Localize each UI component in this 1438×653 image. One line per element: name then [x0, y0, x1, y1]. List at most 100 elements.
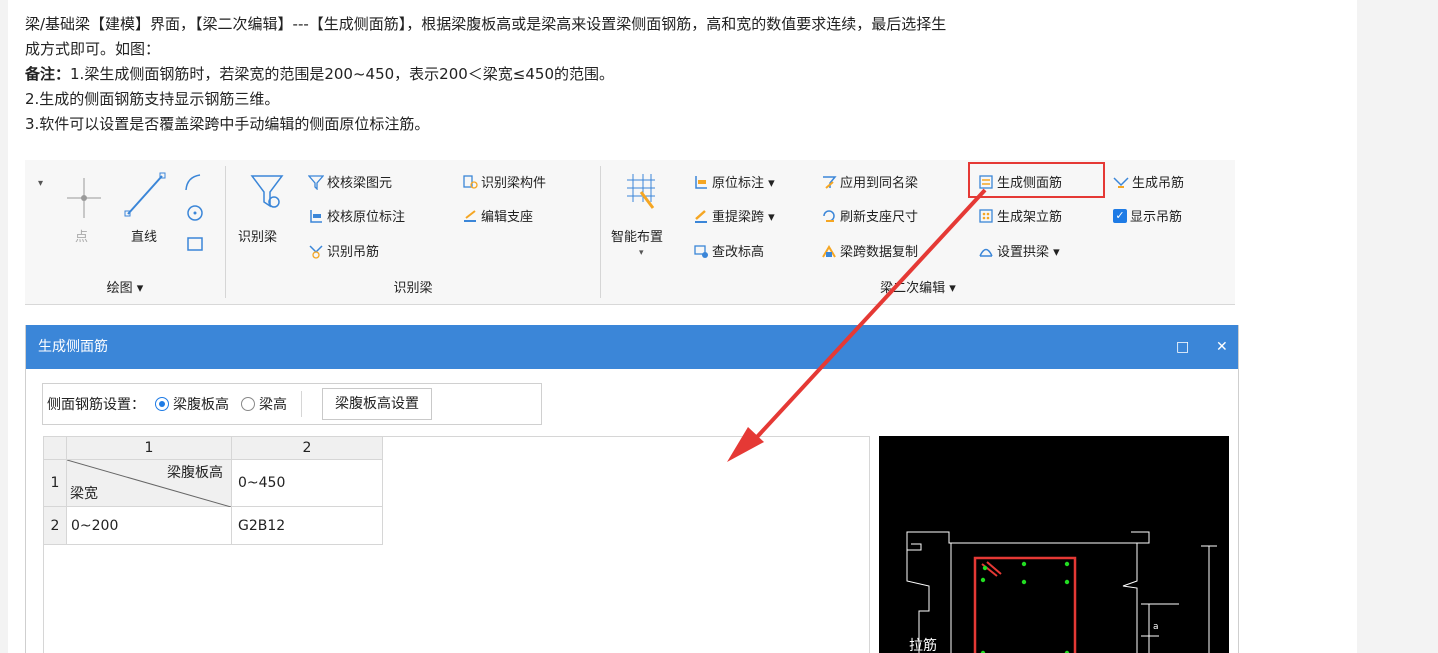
refresh-support-label: 刷新支座尺寸	[840, 210, 919, 225]
diag-beam-width: 梁宽	[70, 486, 98, 502]
support-icon	[464, 209, 476, 222]
diag-web-height: 梁腹板高	[167, 465, 223, 481]
generate-erect-bar-button[interactable]: 生成架立筋	[978, 206, 1062, 225]
reextract-icon	[695, 209, 707, 223]
identify-beam-label[interactable]: 识别梁	[238, 226, 277, 245]
doc-line-1: 梁/基础梁【建模】界面，【梁二次编辑】---【生成侧面筋】，根据梁腹板高或是梁高…	[25, 15, 947, 33]
change-elevation-button[interactable]: 查改标高	[693, 241, 764, 260]
copy-icon	[822, 244, 836, 258]
table-cell[interactable]: 0~200	[66, 506, 232, 545]
note-text-1: 1.梁生成侧面钢筋时，若梁宽的范围是200~450，表示200＜梁宽≤450的范…	[70, 65, 614, 83]
smart-layout-dropdown-icon[interactable]: ▾	[639, 248, 644, 258]
span-copy-label: 梁跨数据复制	[840, 245, 919, 260]
line-label: 直线	[131, 230, 158, 245]
hanger-icon	[309, 244, 323, 259]
erect-bar-icon	[979, 208, 993, 223]
identify-hanger-label: 识别吊筋	[327, 245, 380, 260]
apply-same-name-button[interactable]: 应用到同名梁	[821, 172, 918, 191]
edit-support-label: 编辑支座	[481, 210, 534, 225]
tie-bar-label: 拉筋	[909, 637, 937, 653]
highlight-box	[968, 162, 1105, 198]
draw-group-title[interactable]: 绘图 ▾	[25, 277, 225, 296]
line-icon[interactable]	[122, 170, 168, 220]
row-header[interactable]: 2	[43, 506, 67, 545]
component-icon	[463, 174, 478, 189]
diagonal-header-cell: 梁腹板高 梁宽	[66, 459, 232, 507]
set-arch-beam-button[interactable]: 设置拱梁 ▾	[978, 241, 1060, 260]
settings-label: 侧面钢筋设置：	[47, 397, 145, 413]
identify-beam-group: 识别梁 校核梁图元 校核原位标注 识别吊筋 识别梁构件 编辑支座 识别梁	[226, 160, 600, 304]
ribbon-toolbar: ▾ 点 直线 绘图 ▾ 识别梁 校核梁图元 校核原位标注 识别吊筋 识别梁构件 …	[25, 160, 1235, 305]
close-button[interactable]: ✕	[1216, 325, 1228, 369]
arch-icon	[979, 248, 993, 257]
arc-icon[interactable]	[183, 172, 203, 192]
change-elevation-label: 查改标高	[712, 245, 765, 260]
divider	[301, 391, 302, 417]
set-arch-label: 设置拱梁 ▾	[997, 245, 1060, 260]
checkbox-checked-icon: ✓	[1113, 208, 1127, 223]
side-bar-table: 1 2 1 梁腹板高 梁宽 0~450 2 0~200 G2B12	[43, 436, 383, 545]
table-cell[interactable]: 0~450	[231, 459, 383, 507]
identify-hanger-button[interactable]: 识别吊筋	[308, 241, 379, 260]
web-height-settings-button[interactable]: 梁腹板高设置	[322, 388, 432, 420]
in-place-icon	[695, 175, 707, 189]
column-header[interactable]: 2	[231, 436, 383, 460]
radio-unselected-icon	[241, 397, 255, 411]
point-icon[interactable]	[65, 174, 103, 222]
check-annotation-label: 校核原位标注	[327, 210, 406, 225]
check-annotation-button[interactable]: 校核原位标注	[308, 206, 405, 225]
row-header[interactable]: 1	[43, 459, 67, 507]
radio-web-height-label: 梁腹板高	[173, 397, 229, 413]
generate-hanger-button[interactable]: 生成吊筋	[1113, 172, 1184, 191]
column-header[interactable]: 1	[66, 436, 232, 460]
beam-section-drawing: a 拉筋	[906, 531, 1217, 653]
smart-layout-label[interactable]: 智能布置	[611, 226, 663, 245]
check-elements-label: 校核梁图元	[327, 176, 393, 191]
refresh-support-button[interactable]: 刷新支座尺寸	[821, 206, 918, 225]
doc-line-3: 备注：1.梁生成侧面钢筋时，若梁宽的范围是200~450，表示200＜梁宽≤45…	[25, 62, 1355, 87]
point-label: 点	[75, 230, 89, 245]
reextract-span-button[interactable]: 重提梁跨 ▾	[693, 206, 775, 225]
rectangle-icon[interactable]	[186, 236, 204, 252]
generate-side-bar-dialog: 生成侧面筋 □ ✕ 侧面钢筋设置： 梁腹板高 梁高 梁腹板高设置 1 2 1 梁…	[25, 325, 1239, 653]
in-place-label: 原位标注 ▾	[712, 176, 775, 191]
radio-selected-icon	[155, 397, 169, 411]
elevation-icon	[694, 244, 708, 258]
identify-group-title: 识别梁	[393, 281, 433, 296]
article-text: 梁/基础梁【建模】界面，【梁二次编辑】---【生成侧面筋】，根据梁腹板高或是梁高…	[25, 12, 1355, 137]
span-data-copy-button[interactable]: 梁跨数据复制	[821, 241, 918, 260]
filter-icon	[308, 174, 324, 190]
dialog-title: 生成侧面筋	[38, 339, 108, 355]
stirrup-outline	[973, 556, 1077, 653]
group-chevron-icon: ▾	[38, 178, 44, 189]
identify-beam-icon[interactable]	[250, 172, 284, 212]
dimension-label-a: a	[1153, 622, 1159, 632]
maximize-button[interactable]: □	[1176, 325, 1189, 369]
rebar-dots	[980, 561, 1070, 653]
dialog-title-bar[interactable]: 生成侧面筋 □ ✕	[26, 325, 1238, 369]
generate-hanger-label: 生成吊筋	[1132, 176, 1185, 191]
check-elements-button[interactable]: 校核梁图元	[308, 172, 392, 191]
beam-edit-group: 智能布置 ▾ 原位标注 ▾ 重提梁跨 ▾ 查改标高 应用到同名梁 刷新支座尺寸 …	[601, 160, 1235, 304]
radio-beam-height[interactable]: 梁高	[241, 394, 287, 414]
smart-layout-icon[interactable]	[623, 172, 659, 212]
in-place-annotation-button[interactable]: 原位标注 ▾	[693, 172, 775, 191]
circle-icon[interactable]	[186, 204, 204, 222]
show-hanger-checkbox[interactable]: ✓ 显示吊筋	[1113, 206, 1182, 225]
identify-component-button[interactable]: 识别梁构件	[462, 172, 546, 191]
table-cell[interactable]: G2B12	[231, 506, 383, 545]
doc-line-2: 成方式即可。如图：	[25, 40, 161, 58]
refresh-icon	[823, 209, 835, 222]
draw-group: ▾ 点 直线 绘图 ▾	[25, 160, 225, 304]
radio-beam-height-label: 梁高	[259, 397, 287, 413]
hook-line	[986, 561, 1002, 575]
apply-icon	[823, 175, 837, 189]
doc-line-4: 2.生成的侧面钢筋支持显示钢筋三维。	[25, 90, 280, 108]
section-preview: a 拉筋	[879, 436, 1229, 653]
radio-web-height[interactable]: 梁腹板高	[155, 394, 229, 414]
left-gutter	[0, 0, 8, 653]
beam-edit-group-title[interactable]: 梁二次编辑 ▾	[601, 277, 1235, 296]
show-hanger-label: 显示吊筋	[1130, 210, 1183, 225]
edit-support-button[interactable]: 编辑支座	[462, 206, 533, 225]
identify-component-label: 识别梁构件	[481, 176, 547, 191]
